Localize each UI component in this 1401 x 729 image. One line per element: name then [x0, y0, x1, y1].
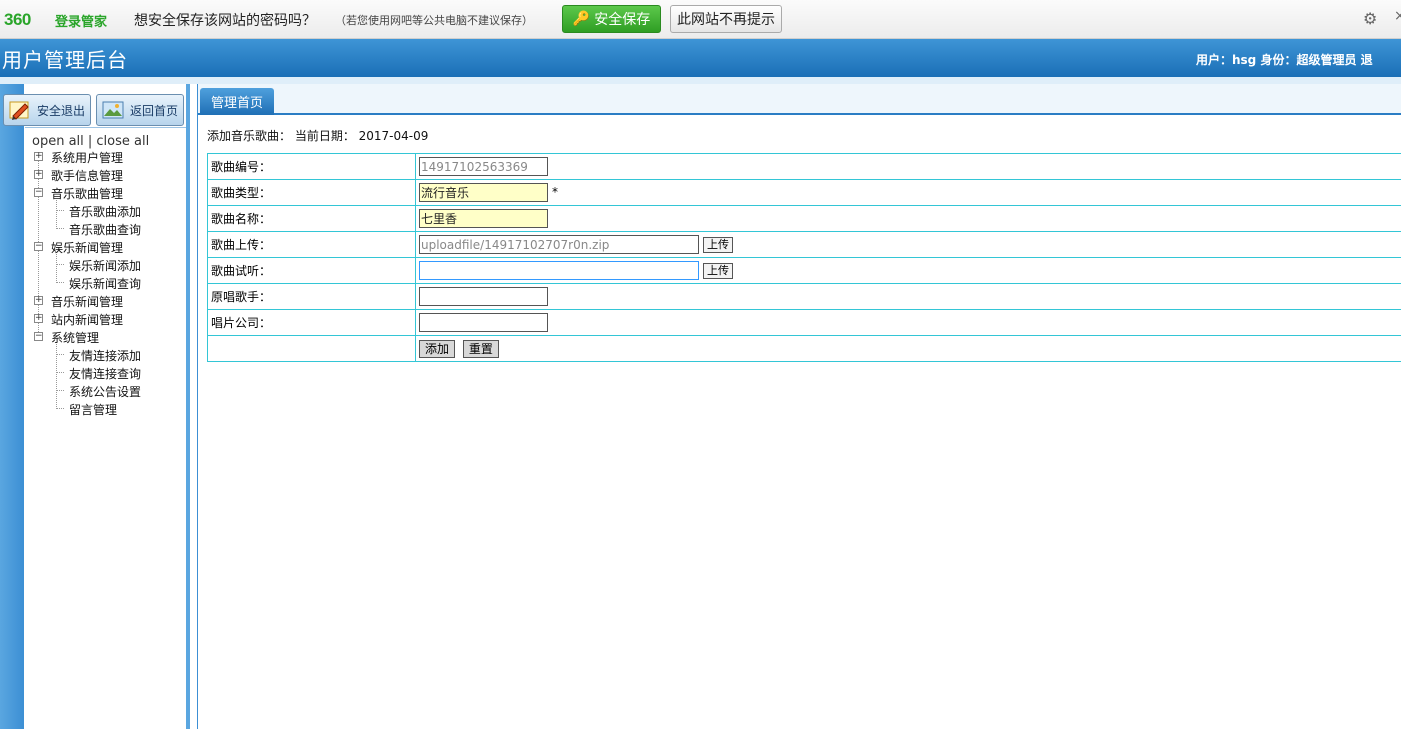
expand-icon[interactable]: + — [34, 314, 43, 323]
login-manager-label: 登录管家 — [55, 15, 108, 30]
safe-save-button[interactable]: 🔑 安全保存 — [562, 5, 661, 33]
open-close-all-link[interactable]: open all | close all — [32, 134, 149, 149]
song-type-label: 歌曲类型： — [207, 179, 416, 206]
table-row: 原唱歌手： — [207, 283, 1401, 310]
song-listen-input[interactable] — [419, 261, 699, 280]
singer-input[interactable] — [419, 287, 548, 306]
table-row: 歌曲试听： 上传 — [207, 257, 1401, 284]
table-row: 歌曲编号： — [207, 153, 1401, 180]
360-logo: 360 — [4, 10, 31, 29]
table-row: 唱片公司： — [207, 309, 1401, 336]
song-upload-label: 歌曲上传： — [207, 231, 416, 258]
reset-button[interactable]: 重置 — [462, 339, 499, 358]
admin-header: 用户管理后台 用户：hsg 身份：超级管理员 退 — [0, 39, 1401, 77]
sidebar-edge — [186, 84, 190, 729]
home-button[interactable]: 返回首页 — [96, 94, 184, 126]
add-song-form: 歌曲编号： 歌曲类型： * 歌曲名称： 歌曲上传： 上传 歌曲试听： 上传 原唱… — [207, 153, 1401, 362]
header-subbar — [0, 77, 1401, 84]
save-password-question: 想安全保存该网站的密码吗？ — [134, 13, 316, 29]
logout-button[interactable]: 安全退出 — [3, 94, 91, 126]
table-row: 歌曲上传： 上传 — [207, 231, 1401, 258]
song-type-input[interactable] — [419, 183, 548, 202]
save-password-hint: （若您使用网吧等公共电脑不建议保存） — [335, 14, 533, 27]
empty-cell — [207, 335, 416, 362]
key-icon: 🔑 — [572, 11, 591, 27]
table-row: 歌曲类型： * — [207, 179, 1401, 206]
tree-item-add-song[interactable]: 音乐歌曲添加 — [69, 203, 141, 220]
picture-icon — [102, 101, 124, 119]
tree-item-query-link[interactable]: 友情连接查询 — [69, 365, 141, 382]
song-name-input[interactable] — [419, 209, 548, 228]
tree-item-system[interactable]: 系统管理 — [51, 329, 99, 346]
upload-listen-button[interactable]: 上传 — [703, 262, 733, 279]
gear-icon[interactable]: ⚙ — [1363, 9, 1377, 28]
tree-item-announcement[interactable]: 系统公告设置 — [69, 383, 141, 400]
logout-label: 安全退出 — [37, 103, 86, 118]
upload-song-button[interactable]: 上传 — [703, 236, 733, 253]
nav-tree: open all | close all + 系统用户管理 + 歌手信息管理 −… — [25, 127, 186, 729]
tree-item-add-link[interactable]: 友情连接添加 — [69, 347, 141, 364]
required-mark: * — [552, 185, 558, 199]
never-prompt-button[interactable]: 此网站不再提示 — [670, 5, 782, 33]
tree-item-add-ent-news[interactable]: 娱乐新闻添加 — [69, 257, 141, 274]
main-content: 管理首页 添加音乐歌曲： 当前日期： 2017-04-09 歌曲编号： 歌曲类型… — [197, 84, 1401, 729]
add-button[interactable]: 添加 — [419, 339, 456, 358]
page-title: 用户管理后台 — [2, 48, 128, 72]
tree-item-music-news[interactable]: 音乐新闻管理 — [51, 293, 123, 310]
tab-bar: 管理首页 — [198, 84, 1401, 115]
expand-icon[interactable]: + — [34, 296, 43, 305]
tree-item-messages[interactable]: 留言管理 — [69, 401, 117, 418]
home-label: 返回首页 — [130, 103, 179, 118]
close-icon[interactable]: × — [1394, 8, 1401, 24]
song-id-label: 歌曲编号： — [207, 153, 416, 180]
tree-item-system-users[interactable]: 系统用户管理 — [51, 149, 123, 166]
tab-admin-home[interactable]: 管理首页 — [200, 88, 274, 115]
breadcrumb: 添加音乐歌曲： 当前日期： 2017-04-09 — [207, 129, 429, 143]
password-save-bar: 360 登录管家 想安全保存该网站的密码吗？ （若您使用网吧等公共电脑不建议保存… — [0, 0, 1401, 39]
company-label: 唱片公司： — [207, 309, 416, 336]
singer-label: 原唱歌手： — [207, 283, 416, 310]
song-listen-label: 歌曲试听： — [207, 257, 416, 284]
safe-save-label: 安全保存 — [594, 12, 651, 28]
tree-item-query-ent-news[interactable]: 娱乐新闻查询 — [69, 275, 141, 292]
song-name-label: 歌曲名称： — [207, 205, 416, 232]
expand-icon[interactable]: + — [34, 170, 43, 179]
tree-item-query-song[interactable]: 音乐歌曲查询 — [69, 221, 141, 238]
pencil-icon — [9, 101, 29, 120]
table-row: 歌曲名称： — [207, 205, 1401, 232]
collapse-icon[interactable]: − — [34, 332, 43, 341]
collapse-icon[interactable]: − — [34, 242, 43, 251]
song-upload-input[interactable] — [419, 235, 699, 254]
tree-item-singer-info[interactable]: 歌手信息管理 — [51, 167, 123, 184]
tree-item-ent-news[interactable]: 娱乐新闻管理 — [51, 239, 123, 256]
collapse-icon[interactable]: − — [34, 188, 43, 197]
tree-item-music-songs[interactable]: 音乐歌曲管理 — [51, 185, 123, 202]
song-id-input[interactable] — [419, 157, 548, 176]
user-info: 用户：hsg 身份：超级管理员 退 — [1196, 53, 1373, 67]
table-row: 添加 重置 — [207, 335, 1401, 362]
company-input[interactable] — [419, 313, 548, 332]
tree-item-site-news[interactable]: 站内新闻管理 — [51, 311, 123, 328]
expand-icon[interactable]: + — [34, 152, 43, 161]
